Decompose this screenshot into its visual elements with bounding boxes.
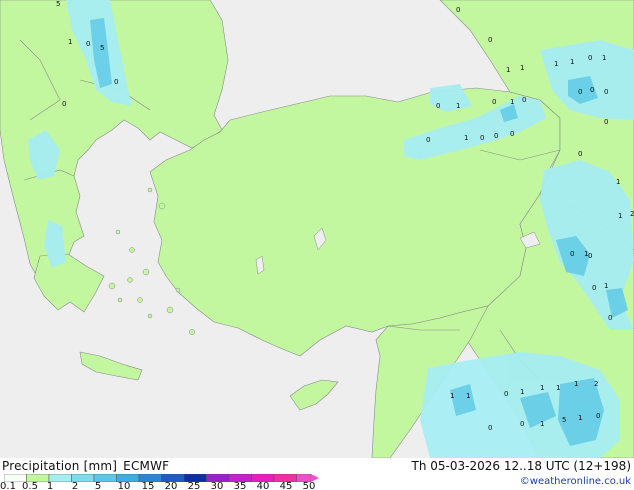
precip-point-label: 0 — [426, 136, 430, 144]
precip-point-label: 0 — [510, 130, 514, 138]
legend-tick-label: 15 — [141, 481, 155, 490]
precip-point-label: 0 — [522, 96, 526, 104]
map-title: Precipitation [mm] ECMWF — [2, 459, 169, 473]
precip-point-label: 1 — [510, 98, 514, 106]
precip-point-label: 0 — [578, 88, 582, 96]
legend-tick-label: 1 — [46, 481, 54, 490]
precip-point-label: 1 — [616, 178, 620, 186]
legend-tick-label: 25 — [187, 481, 201, 490]
precip-point-label: 0 — [504, 390, 508, 398]
precip-point-label: 0 — [590, 86, 594, 94]
precip-point-label: 2 — [594, 380, 598, 388]
legend-tick-label: 2 — [71, 481, 79, 490]
precip-point-label: 1 — [578, 414, 582, 422]
precip-point-label: 0 — [492, 98, 496, 106]
precip-point-label: 0 — [86, 40, 90, 48]
legend-tick-label: 10 — [117, 481, 131, 490]
precip-point-label: 1 — [520, 64, 524, 72]
precip-point-label: 0 — [488, 36, 492, 44]
precip-point-label: 1 — [540, 420, 544, 428]
precip-point-label: 1 — [556, 384, 560, 392]
precip-point-label: 0 — [608, 314, 612, 322]
model-name: ECMWF — [123, 459, 170, 473]
precip-point-label: 0 — [592, 284, 596, 292]
legend-tick-label: 5 — [94, 481, 102, 490]
precip-point-label: 0 — [494, 132, 498, 140]
legend-tick-label: 35 — [233, 481, 247, 490]
legend-tick-label: 50 — [302, 481, 316, 490]
precip-point-label: 5 — [100, 44, 104, 52]
precip-point-label: 0 — [604, 118, 608, 126]
precip-point-label: 0 — [436, 102, 440, 110]
precip-point-label: 0 — [456, 6, 460, 14]
precip-point-label: 0 — [588, 252, 592, 260]
precip-point-label: 0 — [480, 134, 484, 142]
precip-point-label: 1 — [540, 384, 544, 392]
credit-link[interactable]: ©weatheronline.co.uk — [520, 476, 631, 487]
precip-point-label: 1 — [456, 102, 460, 110]
precip-point-label: 0 — [62, 100, 66, 108]
legend-tick-label: 30 — [210, 481, 224, 490]
precip-point-label: 0 — [578, 150, 582, 158]
precip-point-label: 1 — [604, 282, 608, 290]
forecast-datetime: Th 05-03-2026 12..18 UTC (12+198) — [411, 459, 631, 473]
page: 5105000011010101101000010000011210100011… — [0, 0, 634, 490]
precip-point-label: 1 — [464, 134, 468, 142]
precip-point-label: 0 — [520, 420, 524, 428]
precip-point-label: 5 — [562, 416, 566, 424]
precip-point-label: 1 — [450, 392, 454, 400]
precip-point-label: 5 — [56, 0, 60, 8]
precip-point-label: 2 — [630, 210, 634, 218]
precip-point-label: 0 — [114, 78, 118, 86]
precip-point-label: 0 — [488, 424, 492, 432]
legend-tick-label: 40 — [256, 481, 270, 490]
map-footer: Precipitation [mm] ECMWF Th 05-03-2026 12… — [0, 458, 634, 490]
precip-point-label: 1 — [520, 388, 524, 396]
precip-point-label: 1 — [570, 58, 574, 66]
legend-tick-label: 0.5 — [22, 481, 38, 490]
precip-point-label: 1 — [618, 212, 622, 220]
legend-tick-label: 45 — [279, 481, 293, 490]
precip-point-label: 1 — [602, 54, 606, 62]
precip-point-label: 0 — [570, 250, 574, 258]
legend-tick-label: 20 — [164, 481, 178, 490]
precip-point-label: 0 — [604, 88, 608, 96]
precip-point-label: 1 — [506, 66, 510, 74]
precip-point-label: 1 — [466, 392, 470, 400]
precip-point-label: 1 — [574, 380, 578, 388]
precipitation-title: Precipitation [mm] — [2, 459, 118, 473]
precip-point-label: 1 — [554, 60, 558, 68]
precipitation-map: 51 0 500001 10 1 0 1 01 1 0 10 0 001 0 000011 210 100 01 1… — [0, 0, 634, 458]
precip-point-label: 0 — [596, 412, 600, 420]
precip-point-label: 1 — [68, 38, 72, 46]
precip-point-label: 0 — [588, 54, 592, 62]
legend-tick-label: 0.1 — [0, 481, 16, 490]
